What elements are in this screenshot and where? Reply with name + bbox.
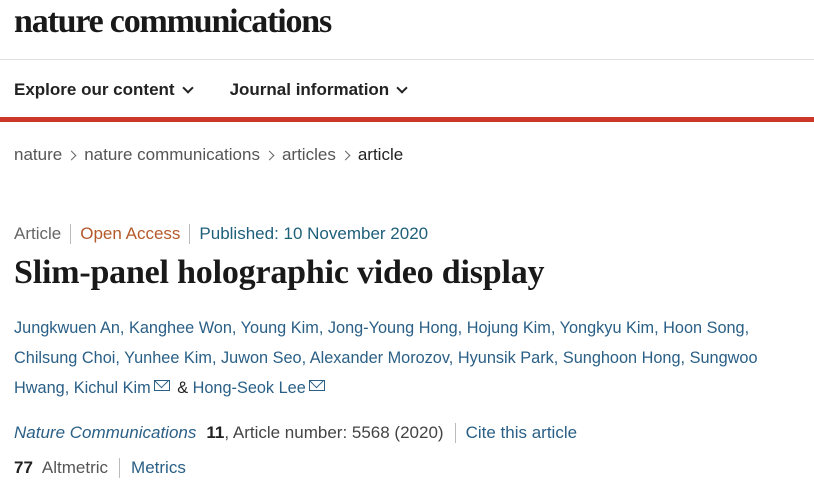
author-separator: , — [448, 349, 454, 367]
nav-accent-bar — [0, 117, 814, 122]
main-nav: Explore our content Journal information — [14, 80, 408, 100]
breadcrumb-articles[interactable]: articles — [282, 145, 336, 165]
article-number: , Article number: 5568 (2020) — [224, 423, 444, 442]
email-icon[interactable] — [153, 380, 170, 391]
author-link[interactable]: Chilsung Choi — [14, 349, 115, 367]
metrics-divider — [119, 458, 121, 478]
author-link[interactable]: Hyunsik Park — [458, 349, 554, 367]
author-link[interactable]: Jungkwuen An — [14, 319, 120, 337]
author-link[interactable]: Yongkyu Kim — [560, 319, 654, 337]
article-type: Article — [14, 224, 62, 243]
author-link[interactable]: Juwon Seo — [221, 349, 302, 367]
article-meta: Article Open Access Published: 10 Novemb… — [14, 224, 428, 244]
site-logo[interactable]: nature communications — [14, 3, 332, 41]
author-link[interactable]: Young Kim — [241, 319, 319, 337]
author-separator: , — [211, 349, 217, 367]
author-link[interactable]: Kichul Kim — [74, 379, 151, 397]
meta-divider — [189, 224, 191, 244]
author-ampersand: & — [177, 379, 189, 397]
citation-line: Nature Communications 11 , Article numbe… — [14, 423, 577, 443]
cite-this-article-link[interactable]: Cite this article — [466, 423, 577, 443]
published-date: Published: 10 November 2020 — [199, 224, 429, 243]
journal-name[interactable]: Nature Communications — [14, 423, 196, 443]
author-separator: , — [550, 319, 556, 337]
nav-explore-content-label: Explore our content — [14, 80, 175, 99]
chevron-right-icon — [264, 150, 275, 160]
citation-divider — [454, 423, 456, 443]
author-separator: , — [318, 319, 324, 337]
chevron-down-icon — [181, 81, 194, 94]
journal-volume: 11 — [206, 423, 225, 442]
author-link[interactable]: Sunghoon Hong — [563, 349, 681, 367]
breadcrumb: nature nature communications articles ar… — [14, 145, 403, 165]
meta-divider — [70, 224, 72, 244]
chevron-down-icon — [396, 81, 408, 94]
nav-journal-information-label: Journal information — [229, 80, 390, 99]
author-link[interactable]: Alexander Morozov — [310, 349, 449, 367]
author-separator: , — [457, 319, 463, 337]
nav-journal-information[interactable]: Journal information — [229, 80, 408, 100]
author-separator: , — [231, 319, 237, 337]
chevron-right-icon — [340, 150, 351, 160]
breadcrumb-nature-communications[interactable]: nature communications — [84, 145, 260, 165]
author-separator: , — [119, 319, 125, 337]
author-list: Jungkwuen An, Kanghee Won, Young Kim, Jo… — [14, 313, 809, 403]
article-title: Slim-panel holographic video display — [14, 254, 545, 291]
breadcrumb-nature[interactable]: nature — [14, 145, 62, 165]
author-link[interactable]: Yunhee Kim — [124, 349, 212, 367]
author-separator: , — [115, 349, 120, 367]
author-link[interactable]: Hong-Seok Lee — [193, 379, 306, 397]
author-separator: , — [654, 319, 659, 337]
breadcrumb-current: article — [357, 145, 404, 164]
metrics-link[interactable]: Metrics — [131, 458, 186, 478]
open-access-badge: Open Access — [80, 224, 181, 243]
author-separator: , — [553, 349, 559, 367]
chevron-right-icon — [66, 150, 77, 160]
header-divider — [0, 59, 814, 60]
altmetric-score: 77 — [14, 458, 33, 477]
author-link[interactable]: Hoon Song — [663, 319, 744, 337]
author-separator: , — [301, 349, 307, 367]
nav-explore-content[interactable]: Explore our content — [14, 80, 194, 100]
metrics-line: 77 Altmetric Metrics — [14, 458, 186, 478]
author-separator: , — [64, 379, 70, 397]
email-icon[interactable] — [308, 380, 325, 391]
author-separator: , — [680, 349, 686, 367]
author-separator: , — [744, 319, 750, 337]
author-link[interactable]: Kanghee Won — [129, 319, 232, 337]
author-link[interactable]: Jong-Young Hong — [328, 319, 458, 337]
author-link[interactable]: Hojung Kim — [467, 319, 551, 337]
altmetric-label: Altmetric — [41, 458, 109, 477]
